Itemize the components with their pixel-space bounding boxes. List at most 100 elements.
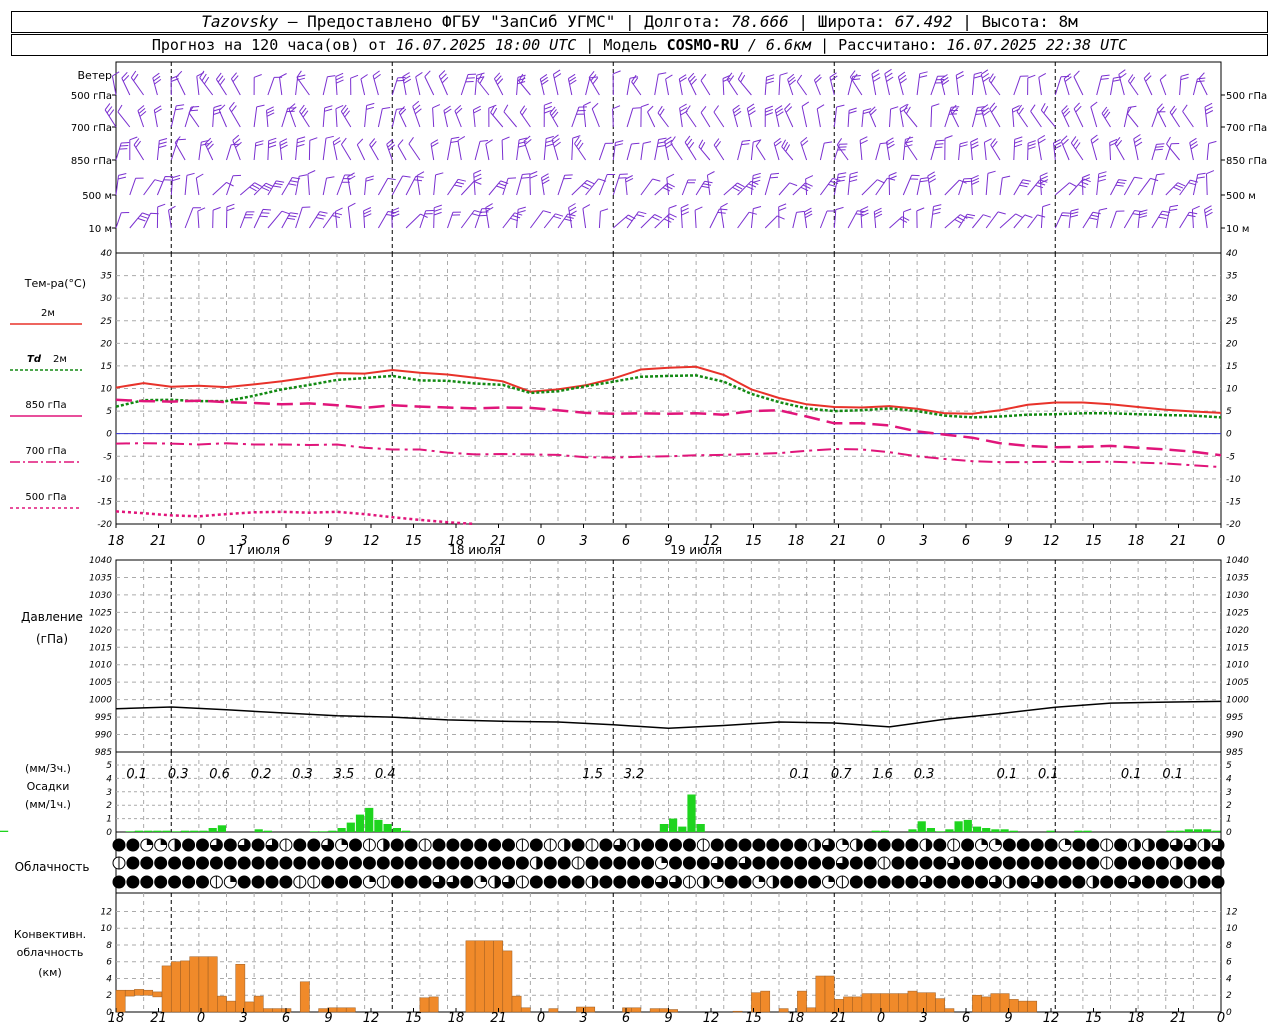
wind-barb (1060, 135, 1070, 161)
cloud-symbol (1197, 856, 1211, 870)
cloud-fill (252, 876, 265, 888)
cloud-fill (1065, 839, 1071, 845)
cloud-symbol (947, 875, 961, 889)
cloud-symbol (182, 875, 196, 889)
wind-barb (153, 105, 162, 128)
wind-barb (897, 71, 907, 96)
wind-barb (295, 206, 311, 229)
wind-barb (424, 70, 435, 96)
wind-barb (239, 182, 262, 196)
conv-bar (263, 1008, 273, 1013)
cloud-symbol (1044, 875, 1058, 889)
wind-barb (1133, 134, 1143, 161)
conv-x-tick-label: 21 (490, 1011, 507, 1024)
cloud-fill (349, 839, 362, 851)
cloud-symbol (502, 856, 515, 870)
conv-y-tick-right: 4 (1226, 974, 1232, 984)
wind-barb (322, 176, 335, 196)
cloud-fill (947, 876, 960, 888)
cloud-fill (307, 857, 320, 869)
temp-x-tick-label: 15 (405, 534, 422, 549)
conv-x-tick-label: 6 (282, 1011, 290, 1024)
precip-3h-label: 1.5 (582, 767, 603, 782)
cloud-fill (391, 857, 404, 869)
cloud-fill (126, 839, 139, 851)
cloud-symbol (293, 838, 307, 852)
cloud-symbol (975, 838, 988, 852)
cloud-symbol (863, 875, 877, 889)
wind-barb (340, 137, 352, 161)
cloud-symbol (1016, 875, 1030, 889)
conv-bar (465, 940, 476, 1013)
wind-barb (805, 175, 814, 196)
wind-barb (902, 174, 920, 196)
conv-bar (1018, 1000, 1028, 1013)
wind-barb (764, 172, 780, 196)
wind-barb (781, 139, 794, 161)
cloud-symbol (1211, 856, 1225, 870)
cloud-fill (892, 876, 904, 888)
cloud-symbol (975, 875, 988, 889)
wind-barb (989, 102, 1001, 128)
wind-barb (472, 105, 482, 128)
cloud-fill (933, 857, 946, 869)
cloud-symbol (891, 856, 905, 870)
cloud-symbol (724, 875, 738, 889)
wind-barb (927, 171, 937, 196)
wind-barb (549, 106, 559, 128)
wind-barb (433, 172, 444, 196)
cloud-symbol (404, 875, 418, 889)
wind-barb (1143, 72, 1153, 96)
cloud-title: Облачность (15, 860, 90, 874)
wind-barb (930, 103, 940, 128)
wind-barb (363, 207, 372, 229)
wind-barb (764, 105, 773, 128)
precip-bar (134, 830, 144, 832)
cloud-symbol (1128, 856, 1141, 870)
wind-barb (501, 136, 510, 161)
temp-y-tick-right: 10 (1226, 385, 1238, 395)
cloud-symbol (585, 838, 599, 852)
wind-barb (720, 202, 728, 229)
wind-barb (408, 137, 421, 161)
wind-barb (296, 70, 310, 96)
wind-barb (626, 107, 641, 128)
cloud-fill (572, 839, 585, 851)
cloud-fill (252, 857, 265, 869)
wind-barb (700, 73, 711, 96)
cloud-symbol (1016, 838, 1030, 852)
precip-y-tick-left: 0 (106, 828, 112, 838)
temp-y-tick-right: 35 (1226, 272, 1238, 282)
wind-barb (226, 203, 235, 229)
temp-x-tick-label: 12 (1043, 534, 1060, 549)
cloud-fill (266, 857, 278, 869)
wind-barb (816, 104, 825, 128)
temp-y-tick-left: -20 (97, 520, 112, 530)
cloud-symbol (515, 875, 529, 889)
cloud-fill (856, 839, 863, 851)
temp-x-tick-label: 0 (1217, 534, 1225, 549)
cloud-symbol (112, 875, 126, 889)
temp-y-tick-right: -10 (1226, 475, 1241, 485)
wind-level-label-left: 500 гПа (71, 91, 112, 102)
precip-unit-3h: (мм/3ч.) (25, 762, 71, 775)
conv-bar (198, 956, 209, 1013)
conv-y-tick-right: 12 (1226, 907, 1238, 917)
wind-barb (218, 104, 227, 128)
wind-barb (322, 105, 333, 128)
conv-x-tick-label: 6 (622, 1011, 630, 1024)
wind-barb (557, 213, 576, 229)
wind-level-label-left: 10 м (89, 224, 112, 235)
conv-x-tick-label: 9 (664, 1011, 672, 1024)
wind-barb (447, 211, 461, 229)
conv-y-tick-right: 6 (1226, 958, 1232, 968)
cloud-symbol (571, 875, 585, 889)
cloud-symbol (140, 856, 154, 870)
conv-bar (981, 996, 992, 1013)
cloud-fill (321, 876, 334, 888)
wind-barb (847, 75, 861, 96)
temp-y-tick-right: 30 (1226, 294, 1238, 304)
cloud-symbol (182, 838, 196, 852)
precip-bar (125, 831, 134, 832)
cloud-fill (758, 876, 765, 882)
